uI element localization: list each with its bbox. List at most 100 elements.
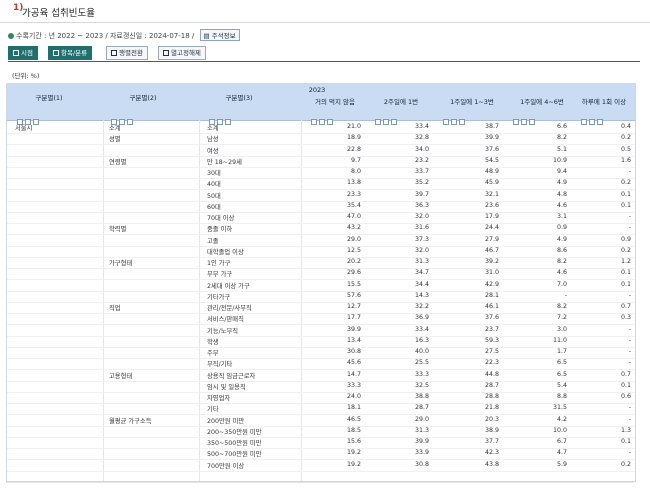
row-value-0: 12.5 [346, 246, 361, 254]
row-value-2: 54.5 [484, 156, 499, 164]
row-value-3: 5.4 [556, 381, 567, 389]
row-value-3: 7.2 [556, 314, 567, 322]
unfreeze-column-button[interactable]: 열고정해제 [158, 46, 206, 60]
row-value-3: 3.0 [556, 325, 567, 333]
table-row: 500~700만원 미만 19.2 33.9 42.3 4.7 - [7, 448, 635, 461]
row-value-2: 39.2 [484, 258, 499, 265]
row-value-1: 35.2 [414, 179, 429, 187]
row-value-4: 0.1 [620, 438, 631, 445]
row-value-3: 8.2 [556, 303, 567, 310]
row-value-0: 20.2 [346, 258, 361, 265]
row-category-2: 소계 [109, 125, 121, 132]
row-category-3: 기타 [207, 406, 219, 414]
header-col3: 구분별(3) [225, 94, 253, 102]
item-category-button[interactable]: 항목/분류 [48, 46, 93, 60]
row-value-2: 27.9 [484, 235, 499, 243]
row-value-0: 23.3 [346, 190, 361, 198]
row-value-4: 0.3 [620, 314, 631, 322]
time-button[interactable]: 시점 [8, 46, 38, 60]
transpose-button[interactable]: 행렬전환 [106, 46, 148, 60]
row-value-0: 47.0 [346, 213, 361, 220]
row-value-0: 43.2 [346, 224, 361, 232]
row-value-0: 39.9 [346, 325, 361, 333]
row-value-4: - [628, 224, 631, 232]
row-value-3: 8.2 [556, 134, 567, 142]
value3-filter-controls[interactable] [513, 110, 537, 125]
table-row: 학력별 중졸 이하 43.2 31.6 24.4 0.9 - [7, 223, 635, 236]
row-value-0: 29.6 [346, 269, 361, 277]
row-value-1: 34.4 [414, 280, 429, 288]
note-info-button[interactable]: ▤ 주석정보 [199, 29, 240, 41]
row-value-0: 15.5 [346, 280, 361, 288]
row-category-3: 관리/전문/사무직 [207, 305, 252, 312]
row-value-4: 0.2 [620, 246, 631, 254]
table-row: 주부 30.8 40.0 27.5 1.7 - [7, 347, 635, 359]
value4-filter-controls[interactable] [581, 110, 605, 125]
row-value-2: 22.3 [484, 359, 499, 367]
value0-filter-controls[interactable] [311, 110, 335, 125]
row-value-2: 44.8 [484, 370, 499, 378]
row-value-3: 4.8 [556, 190, 567, 198]
row-value-2: 28.1 [484, 291, 499, 299]
row-value-1: 37.3 [414, 235, 429, 243]
row-value-3: 7.0 [556, 280, 567, 288]
row-category-3: 학생 [207, 338, 219, 346]
col1-filter-controls[interactable] [17, 110, 41, 125]
row-value-2: 38.7 [484, 123, 499, 130]
value1-filter-controls[interactable] [375, 110, 399, 125]
row-category-3: 주부 [207, 350, 219, 357]
row-value-1: 31.3 [414, 258, 429, 265]
row-value-1: 31.3 [414, 426, 429, 434]
row-value-4: - [628, 449, 631, 457]
value2-filter-controls[interactable] [443, 110, 467, 125]
row-value-4: 0.7 [620, 370, 631, 378]
col2-filter-controls[interactable] [111, 110, 135, 125]
row-value-1: 39.7 [414, 190, 429, 198]
row-value-4: 0.1 [620, 381, 631, 389]
row-category-2: 월평균 가구소득 [109, 417, 152, 425]
header-value-4: 하루에 1회 이상 [581, 98, 627, 106]
row-value-1: 34.0 [414, 145, 429, 153]
row-value-2: 48.9 [484, 168, 499, 175]
row-value-1: 33.4 [414, 325, 429, 333]
row-value-4: - [628, 213, 631, 220]
row-category-3: 1인 가구 [207, 260, 231, 267]
grid-header: 구분별(1) 구분별(2) 구분별(3) 2023 거의 먹지 않음 2주일에 … [7, 84, 635, 125]
table-row: 기능/노무직 39.9 33.4 23.7 3.0 - [7, 325, 635, 337]
row-value-2: 37.6 [484, 145, 499, 153]
table-row: 고졸 29.0 37.3 27.9 4.9 0.9 [7, 235, 635, 247]
row-value-2: 23.7 [484, 325, 499, 333]
row-value-1: 36.9 [414, 314, 429, 322]
table-row: 서울시 소계 소계 21.0 33.4 38.7 6.6 0.4 [7, 122, 635, 134]
row-value-1: 33.3 [414, 370, 429, 378]
clock-icon [13, 50, 19, 56]
table-row: 2세대 이상 가구 15.5 34.4 42.9 7.0 0.1 [7, 280, 635, 292]
row-value-1: 32.0 [414, 246, 429, 254]
page-title: 가공육 섭취빈도율 [22, 8, 95, 19]
row-value-0: 30.8 [346, 348, 361, 355]
row-value-4: 0.2 [620, 134, 631, 142]
row-value-2: 17.9 [484, 213, 499, 220]
row-value-2: 28.8 [484, 393, 499, 400]
row-category-3: 700만원 이상 [207, 462, 245, 470]
row-category-3: 200만원 미만 [207, 417, 245, 425]
unlock-icon [163, 50, 169, 56]
table-row: 기타가구 57.6 14.3 28.1 - - [7, 291, 635, 303]
row-value-3: 6.5 [556, 359, 567, 367]
table-row: 고용형태 상용직 임금근로자 14.7 33.3 44.8 6.5 0.7 [7, 370, 635, 382]
row-category-3: 30대 [207, 170, 221, 177]
row-value-3: 6.7 [556, 438, 567, 445]
header-value-1: 2주일에 1번 [383, 98, 419, 106]
row-value-3: 4.9 [556, 179, 567, 187]
row-value-1: 32.5 [414, 381, 429, 389]
transpose-label: 행렬전환 [119, 49, 143, 57]
row-value-1: 33.4 [414, 123, 429, 130]
row-value-1: 30.8 [414, 460, 429, 468]
row-value-0: 45.6 [346, 359, 361, 367]
row-value-0: 35.4 [346, 201, 361, 209]
col3-filter-controls[interactable] [209, 110, 233, 125]
table-row: 무직/기타 45.6 25.5 22.3 6.5 - [7, 358, 635, 371]
row-category-3: 서비스/판매직 [207, 316, 244, 324]
row-value-4: - [628, 291, 631, 299]
row-value-4: - [628, 404, 631, 412]
